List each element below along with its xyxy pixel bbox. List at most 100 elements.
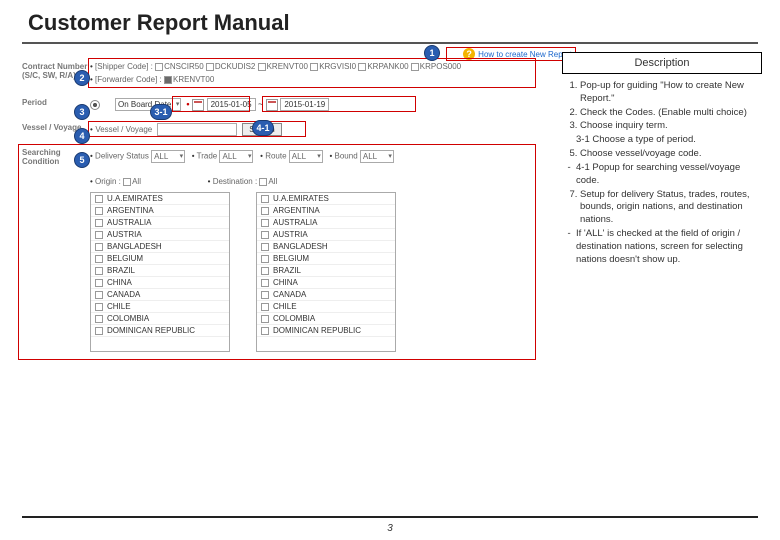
row-contract: Contract Number (S/C, SW, R/A) • [Shippe… [22,58,532,88]
list-item[interactable]: AUSTRIA [91,229,229,241]
label-bound: Bound [335,152,358,161]
origin-listbox[interactable]: U.A.EMIRATESARGENTINAAUSTRALIAAUSTRIABAN… [90,192,230,352]
checkbox[interactable] [261,243,269,251]
checkbox[interactable] [95,267,103,275]
checkbox[interactable] [95,195,103,203]
desc-item: Pop-up for guiding "How to create New Re… [580,80,758,106]
page-number: 3 [0,523,780,534]
list-item[interactable]: BELGIUM [91,253,229,265]
checkbox[interactable] [261,279,269,287]
all-text: All [132,177,141,186]
list-item[interactable]: BELGIUM [257,253,395,265]
list-item[interactable]: DOMINICAN REPUBLIC [91,325,229,337]
list-item[interactable]: ARGENTINA [257,205,395,217]
list-item[interactable]: U.A.EMIRATES [91,193,229,205]
list-item[interactable]: CHINA [257,277,395,289]
list-item[interactable]: COLOMBIA [257,313,395,325]
dest-listbox[interactable]: U.A.EMIRATESARGENTINAAUSTRALIAAUSTRIABAN… [256,192,396,352]
date-to[interactable]: 2015-01-19 [280,98,329,111]
badge-4-1: 4-1 [252,120,274,136]
badge-1: 1 [424,45,440,61]
list-item[interactable]: BRAZIL [91,265,229,277]
checkbox[interactable] [164,76,172,84]
checkbox[interactable] [261,219,269,227]
checkbox[interactable] [95,231,103,239]
checkbox[interactable] [95,291,103,299]
code: CNSCIR50 [164,62,204,71]
checkbox[interactable] [261,327,269,335]
checkbox[interactable] [155,63,163,71]
checkbox[interactable] [261,207,269,215]
code: KRENVT00 [267,62,308,71]
checkbox[interactable] [261,315,269,323]
shipper-codes: • [Shipper Code] : CNSCIR50 DCKUDIS2 KRE… [90,60,532,73]
code: KRPOS000 [420,62,461,71]
list-item[interactable]: DOMINICAN REPUBLIC [257,325,395,337]
list-item[interactable]: AUSTRALIA [91,217,229,229]
desc-item-sub: 3-1 Choose a type of period. [576,134,758,147]
checkbox[interactable] [261,255,269,263]
list-item[interactable]: BANGLADESH [257,241,395,253]
row-period: Period On Board Date • 2015-01-05 ~ 2015… [22,94,532,113]
checkbox[interactable] [258,63,266,71]
checkbox[interactable] [411,63,419,71]
list-item[interactable]: CHILE [91,301,229,313]
desc-item-sub: If 'ALL' is checked at the field of orig… [576,228,758,266]
checkbox[interactable] [261,303,269,311]
checkbox[interactable] [310,63,318,71]
list-item[interactable]: CHILE [257,301,395,313]
divider-top [22,42,758,44]
list-item[interactable]: CANADA [257,289,395,301]
desc-item-sub: 4-1 Popup for searching vessel/voyage co… [576,162,758,188]
all-text: All [268,177,277,186]
list-item[interactable]: ARGENTINA [91,205,229,217]
page-title: Customer Report Manual [0,0,780,42]
checkbox[interactable] [261,195,269,203]
badge-3-1: 3-1 [150,104,172,120]
bound-select[interactable]: ALL [360,150,394,163]
badge-2: 2 [74,70,90,86]
route-select[interactable]: ALL [289,150,323,163]
divider-bottom [22,516,758,518]
checkbox[interactable] [95,207,103,215]
checkbox[interactable] [261,267,269,275]
radio-selected[interactable] [90,100,100,110]
list-item[interactable]: AUSTRALIA [257,217,395,229]
checkbox[interactable] [95,327,103,335]
checkbox[interactable] [261,231,269,239]
code: KRGVISI0 [319,62,356,71]
forwarder-codes: • [Forwarder Code] : KRENVT00 [90,73,532,86]
checkbox[interactable] [95,303,103,311]
checkbox[interactable] [95,243,103,251]
list-item[interactable]: CHINA [91,277,229,289]
checkbox[interactable] [95,255,103,263]
trade-select[interactable]: ALL [219,150,253,163]
label-vessel-field: Vessel / Voyage [95,125,152,134]
content-area: ? How to create New Report 1 Description… [22,52,758,492]
label-trade: Trade [197,152,218,161]
checkbox[interactable] [358,63,366,71]
checkbox[interactable] [95,219,103,227]
row-vessel: Vessel / Voyage • Vessel / Voyage Search [22,119,532,138]
list-item[interactable]: COLOMBIA [91,313,229,325]
list-item[interactable]: AUSTRIA [257,229,395,241]
description-list: Pop-up for guiding "How to create New Re… [562,74,762,266]
checkbox[interactable] [261,291,269,299]
checkbox-all-dest[interactable] [259,178,267,186]
calendar-icon[interactable] [192,99,204,111]
list-item[interactable]: U.A.EMIRATES [257,193,395,205]
checkbox[interactable] [95,279,103,287]
list-item[interactable]: CANADA [91,289,229,301]
vessel-input[interactable] [157,123,237,136]
calendar-icon[interactable] [266,99,278,111]
checkbox[interactable] [95,315,103,323]
row-searchcond: Searching Condition • Delivery Status AL… [22,144,532,354]
desc-item: Check the Codes. (Enable multi choice) [580,107,758,120]
label-route: Route [265,152,286,161]
checkbox-all-origin[interactable] [123,178,131,186]
checkbox[interactable] [206,63,214,71]
list-item[interactable]: BRAZIL [257,265,395,277]
list-item[interactable]: BANGLADESH [91,241,229,253]
date-from[interactable]: 2015-01-05 [207,98,256,111]
delivery-select[interactable]: ALL [151,150,185,163]
